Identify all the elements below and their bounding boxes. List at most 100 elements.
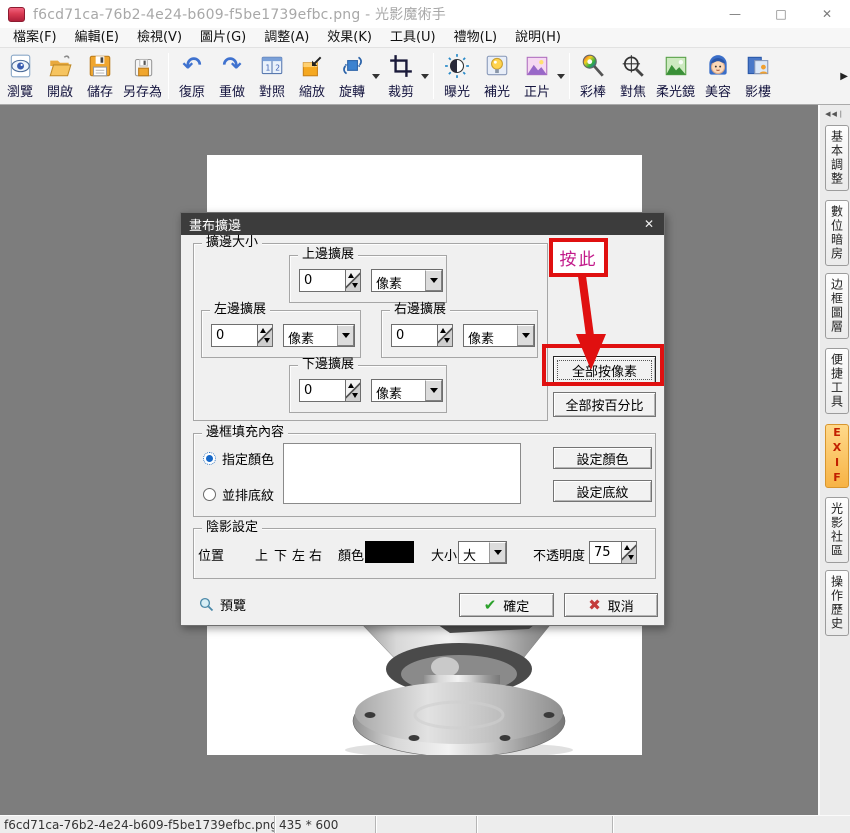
left-expand-label: 左邊擴展 <box>210 303 270 317</box>
check-icon: ✔ <box>484 596 497 614</box>
tile-texture-option[interactable]: 並排底紋 <box>203 485 274 504</box>
all-by-percent-button[interactable]: 全部按百分比 <box>553 392 656 417</box>
redo-arrow-icon: ↷ <box>219 53 245 79</box>
window-controls: — □ ✕ <box>712 0 850 28</box>
toolbar-open[interactable]: 開啟 <box>40 49 80 103</box>
toolbar-browse[interactable]: 瀏覽 <box>0 49 40 103</box>
maximize-button[interactable]: □ <box>758 0 804 28</box>
spin-buttons-icon[interactable] <box>621 542 636 563</box>
dropdown-arrow-icon[interactable] <box>425 380 442 401</box>
dialog-title-bar[interactable]: 畫布擴邊 ✕ <box>181 213 664 235</box>
menu-item-image[interactable]: 圖片(G) <box>191 28 255 48</box>
dropdown-arrow-icon[interactable] <box>425 270 442 291</box>
specify-color-option[interactable]: 指定顏色 <box>203 449 274 468</box>
status-dimensions: 435 * 600 <box>275 816 376 833</box>
sidebar-tab-border-layer[interactable]: 边框圖層 <box>825 273 849 339</box>
toolbar-undo[interactable]: ↶ 復原 <box>172 49 212 103</box>
top-expand-input[interactable]: 0 <box>299 269 361 292</box>
shadow-pos-right[interactable]: 右 <box>309 545 322 564</box>
set-texture-button[interactable]: 設定底紋 <box>553 480 652 502</box>
bottom-expand-input[interactable]: 0 <box>299 379 361 402</box>
dialog-title: 畫布擴邊 <box>189 215 241 234</box>
preview-button[interactable]: 預覽 <box>199 595 246 614</box>
menu-item-help[interactable]: 說明(H) <box>506 28 570 48</box>
dropdown-arrow-icon[interactable] <box>337 325 354 346</box>
toolbar-studio[interactable]: 影樓 <box>738 49 778 103</box>
sidebar-tab-digital-darkroom[interactable]: 數位暗房 <box>825 200 849 266</box>
toolbar-resize[interactable]: 縮放 <box>292 49 332 103</box>
specify-color-radio[interactable] <box>203 452 216 465</box>
crop-dropdown-arrow-icon[interactable] <box>421 49 430 103</box>
bottom-expand-unit-select[interactable]: 像素 <box>371 379 443 402</box>
ok-button[interactable]: ✔ 確定 <box>459 593 554 617</box>
shadow-pos-left[interactable]: 左 <box>292 545 305 564</box>
cancel-button[interactable]: ✖ 取消 <box>564 593 658 617</box>
bottom-expand-group: 下邊擴展 0 像素 <box>289 365 447 413</box>
shadow-pos-top[interactable]: 上 <box>255 545 268 564</box>
spin-buttons-icon[interactable] <box>345 380 360 401</box>
spin-buttons-icon[interactable] <box>437 325 452 346</box>
set-color-button[interactable]: 設定顏色 <box>553 447 652 469</box>
dropdown-arrow-icon[interactable] <box>489 542 506 563</box>
spin-buttons-icon[interactable] <box>345 270 360 291</box>
positive-film-dropdown-arrow-icon[interactable] <box>557 49 566 103</box>
toolbar-compare[interactable]: 12 對照 <box>252 49 292 103</box>
status-cell-empty <box>613 816 850 833</box>
compare-panels-icon: 12 <box>259 53 285 79</box>
tile-texture-label: 並排底紋 <box>222 485 274 504</box>
shadow-size-label: 大小 <box>431 545 457 564</box>
right-expand-label: 右邊擴展 <box>390 303 450 317</box>
right-expand-unit-select[interactable]: 像素 <box>463 324 535 347</box>
spin-buttons-icon[interactable] <box>257 325 272 346</box>
dropdown-arrow-icon[interactable] <box>517 325 534 346</box>
menu-item-tools[interactable]: 工具(U) <box>381 28 445 48</box>
toolbar-fill-light[interactable]: 補光 <box>477 49 517 103</box>
close-button[interactable]: ✕ <box>804 0 850 28</box>
toolbar-soft-focus[interactable]: 柔光鏡 <box>653 49 698 103</box>
toolbar-redo[interactable]: ↷ 重做 <box>212 49 252 103</box>
left-expand-input[interactable]: 0 <box>211 324 273 347</box>
toolbar-positive-film[interactable]: 正片 <box>517 49 557 103</box>
menu-item-view[interactable]: 檢視(V) <box>128 28 191 48</box>
save-floppy-icon <box>87 53 113 79</box>
toolbar-save-as[interactable]: 另存為 <box>120 49 165 103</box>
rotate-dropdown-arrow-icon[interactable] <box>372 49 381 103</box>
toolbar-color-wand[interactable]: 彩棒 <box>573 49 613 103</box>
sidebar-collapse-icon[interactable]: ◀◀❘ <box>820 105 850 118</box>
shadow-opacity-input[interactable]: 75 <box>589 541 637 564</box>
menu-item-gifts[interactable]: 禮物(L) <box>445 28 506 48</box>
sidebar-tab-history[interactable]: 操作歷史 <box>825 570 849 636</box>
fill-color-preview[interactable] <box>283 443 521 504</box>
shadow-pos-bottom[interactable]: 下 <box>274 545 287 564</box>
toolbar-focus[interactable]: 對焦 <box>613 49 653 103</box>
top-expand-unit-select[interactable]: 像素 <box>371 269 443 292</box>
sidebar-tab-exif[interactable]: EXIF <box>825 424 849 488</box>
open-folder-icon <box>47 53 73 79</box>
shadow-opacity-label: 不透明度 <box>533 545 585 564</box>
toolbar-beautify[interactable]: 美容 <box>698 49 738 103</box>
left-expand-unit-select[interactable]: 像素 <box>283 324 355 347</box>
menu-item-file[interactable]: 檔案(F) <box>4 28 66 48</box>
sidebar-tab-handy-tools[interactable]: 便捷工具 <box>825 348 849 414</box>
toolbar-overflow-icon[interactable]: ▶ <box>840 71 848 82</box>
magnifier-icon <box>199 597 214 612</box>
sidebar-tab-basic-adjust[interactable]: 基本調整 <box>825 125 849 191</box>
minimize-button[interactable]: — <box>712 0 758 28</box>
right-sidebar: ◀◀❘ 基本調整 數位暗房 边框圖層 便捷工具 EXIF 光影社區 操作歷史 <box>818 105 850 815</box>
toolbar-save[interactable]: 儲存 <box>80 49 120 103</box>
x-icon: ✖ <box>588 596 601 614</box>
left-expand-group: 左邊擴展 0 像素 <box>201 310 361 358</box>
menu-item-effects[interactable]: 效果(K) <box>318 28 381 48</box>
right-expand-input[interactable]: 0 <box>391 324 453 347</box>
shadow-size-select[interactable]: 大 <box>458 541 507 564</box>
tile-texture-radio[interactable] <box>203 488 216 501</box>
toolbar-crop[interactable]: 裁剪 <box>381 49 421 103</box>
toolbar-exposure[interactable]: 曝光 <box>437 49 477 103</box>
dialog-close-icon[interactable]: ✕ <box>634 217 664 231</box>
toolbar-rotate[interactable]: 旋轉 <box>332 49 372 103</box>
sidebar-tab-community[interactable]: 光影社區 <box>825 497 849 563</box>
soft-focus-icon <box>663 53 689 79</box>
shadow-color-swatch[interactable] <box>365 541 414 563</box>
menu-item-edit[interactable]: 編輯(E) <box>66 28 128 48</box>
menu-item-adjust[interactable]: 調整(A) <box>255 28 318 48</box>
